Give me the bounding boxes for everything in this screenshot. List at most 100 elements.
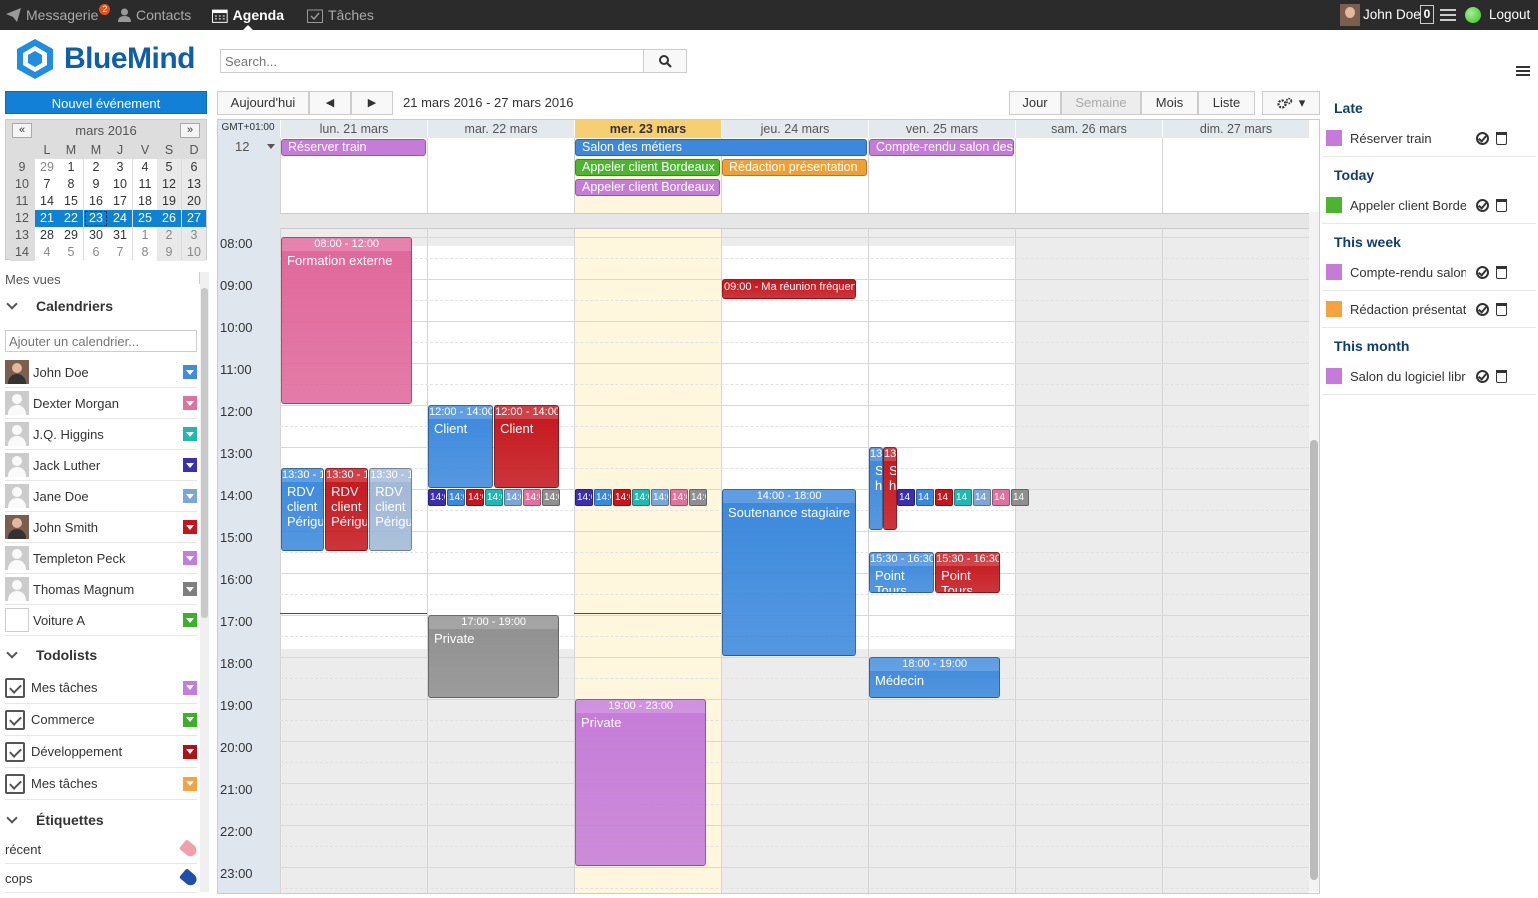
calendar-item[interactable]: J.Q. Higgins [5,419,197,450]
allday-event[interactable]: Salon des métiers [575,139,867,156]
view-week-button[interactable]: Semaine [1061,91,1141,115]
check-circle-icon[interactable] [1476,302,1489,316]
minical-day[interactable]: 15 [59,193,83,210]
event-chip[interactable]: 14:0 [504,489,522,506]
todolist-color-toggle[interactable] [183,776,197,791]
calendar-event[interactable]: 17:00 - 19:00 Private [428,615,560,698]
event-chip[interactable]: 14:0 [466,489,484,506]
todolist-item[interactable]: Commerce [5,704,197,736]
calendar-color-toggle[interactable] [183,365,197,379]
todolist-color-toggle[interactable] [183,744,197,759]
allday-event[interactable]: Appeler client Bordeaux [575,179,720,196]
minical-day[interactable]: 1 [59,159,83,176]
calendars-section-header[interactable]: Calendriers [6,298,113,314]
minical-day[interactable]: 22 [59,210,83,227]
nav-taches[interactable]: Tâches [307,0,374,30]
todolist-item[interactable]: Développement [5,736,197,768]
calendar-event[interactable]: 13:30 - 1 RDV client Périgu [325,468,369,551]
tag-item[interactable]: cops [5,864,199,893]
minical-day[interactable]: 18 [133,193,157,210]
calendar-event[interactable]: 09:00 - Ma réunion fréquente [722,279,857,299]
todolist-color-toggle[interactable] [183,680,197,695]
minical-day[interactable]: 8 [59,176,83,193]
event-chip[interactable]: 14:0 [613,489,631,506]
prev-week-button[interactable]: ◀ [309,91,351,115]
minical-day[interactable]: 19 [157,193,181,210]
calendar-item[interactable]: Jack Luther [5,450,197,481]
nav-messagerie[interactable]: Messagerie 2 [6,0,111,30]
user-name[interactable]: John Doe [1363,7,1421,22]
check-circle-icon[interactable] [1476,131,1489,145]
check-circle-icon[interactable] [1476,265,1489,279]
todolists-section-header[interactable]: Todolists [6,647,97,663]
calendar-color-toggle[interactable] [183,520,197,534]
minical-day[interactable]: 24 [108,210,132,227]
todolist-item[interactable]: Mes tâches [5,768,197,800]
minical-day[interactable]: 1 [133,227,157,244]
calendar-event[interactable]: 08:00 - 12:00 Formation externe [281,237,413,404]
trash-icon[interactable] [1496,131,1507,145]
event-chip[interactable]: 14 [973,489,991,506]
calendar-event[interactable]: 13:30 - 1 RDV client Périgu [281,468,325,551]
minical-day[interactable]: 27 [182,210,206,227]
calendar-event[interactable]: 12:00 - 14:00 Client [494,405,560,488]
day-header[interactable]: sam. 26 mars [1015,120,1162,138]
minical-day[interactable]: 7 [108,244,132,261]
event-chip[interactable]: 14 [1011,489,1029,506]
minical-day[interactable]: 6 [182,159,206,176]
todolist-item[interactable]: Mes tâches [5,672,197,704]
calendar-event[interactable]: 15:30 - 16:30 Point Tours [869,552,935,593]
minical-day[interactable]: 2 [157,227,181,244]
sidebar-scrollbar[interactable] [200,272,209,892]
logout-link[interactable]: Logout [1489,7,1530,22]
minical-day[interactable]: 3 [182,227,206,244]
today-button[interactable]: Aujourd'hui [217,91,309,115]
minical-day[interactable]: 6 [84,244,108,261]
minical-next-button[interactable]: » [180,123,200,138]
minical-day[interactable]: 9 [157,244,181,261]
minical-day[interactable]: 14 [35,193,59,210]
day-header[interactable]: lun. 21 mars [280,120,427,138]
minical-day[interactable]: 12 [157,176,181,193]
minical-day[interactable]: 7 [35,176,59,193]
calendar-item[interactable]: Jane Doe [5,481,197,512]
settings-sliders-icon[interactable] [1440,8,1456,22]
minical-day[interactable]: 16 [84,193,108,210]
calendar-item[interactable]: John Doe [5,357,197,388]
event-chip[interactable]: 14:0 [689,489,707,506]
search-input[interactable] [220,49,644,73]
nav-contacts[interactable]: Contacts [118,0,191,30]
calendar-settings-button[interactable]: ▾ [1262,91,1320,115]
allday-event[interactable]: Compte-rendu salon des [869,139,1014,156]
calendar-color-toggle[interactable] [183,427,197,441]
grid-scrollbar[interactable] [1309,212,1319,892]
minical-day[interactable]: 29 [59,227,83,244]
day-header[interactable]: ven. 25 mars [868,120,1015,138]
next-week-button[interactable]: ▶ [351,91,393,115]
calendar-color-toggle[interactable] [183,458,197,472]
event-chip[interactable]: 14 [935,489,953,506]
calendar-color-toggle[interactable] [183,396,197,410]
allday-event[interactable]: Rédaction présentation [722,159,867,176]
trash-icon[interactable] [1496,302,1507,316]
check-circle-icon[interactable] [1476,369,1489,383]
minical-day[interactable]: 26 [157,210,181,227]
minical-day[interactable]: 23 [84,210,108,227]
calendar-item[interactable]: Voiture A [5,605,197,636]
menu-icon[interactable] [1516,66,1530,78]
calendar-event[interactable]: 13 S h [883,447,897,530]
minical-day[interactable]: 13 [182,176,206,193]
event-chip[interactable]: 14:0 [575,489,593,506]
tags-section-header[interactable]: Étiquettes [6,812,104,828]
allday-event[interactable]: Appeler client Bordeaux [575,159,720,176]
nav-agenda[interactable]: Agenda [212,0,284,30]
view-month-button[interactable]: Mois [1141,91,1198,115]
calendar-item[interactable]: Dexter Morgan [5,388,197,419]
calendar-event[interactable]: 18:00 - 19:00 Médecin [869,657,1001,698]
event-chip[interactable]: 14:0 [447,489,465,506]
minical-day[interactable]: 5 [157,159,181,176]
minical-day[interactable]: 4 [35,244,59,261]
minical-day[interactable]: 3 [108,159,132,176]
calendar-color-toggle[interactable] [183,489,197,503]
todo-item[interactable]: Appeler client Bordeaux [1322,187,1536,224]
